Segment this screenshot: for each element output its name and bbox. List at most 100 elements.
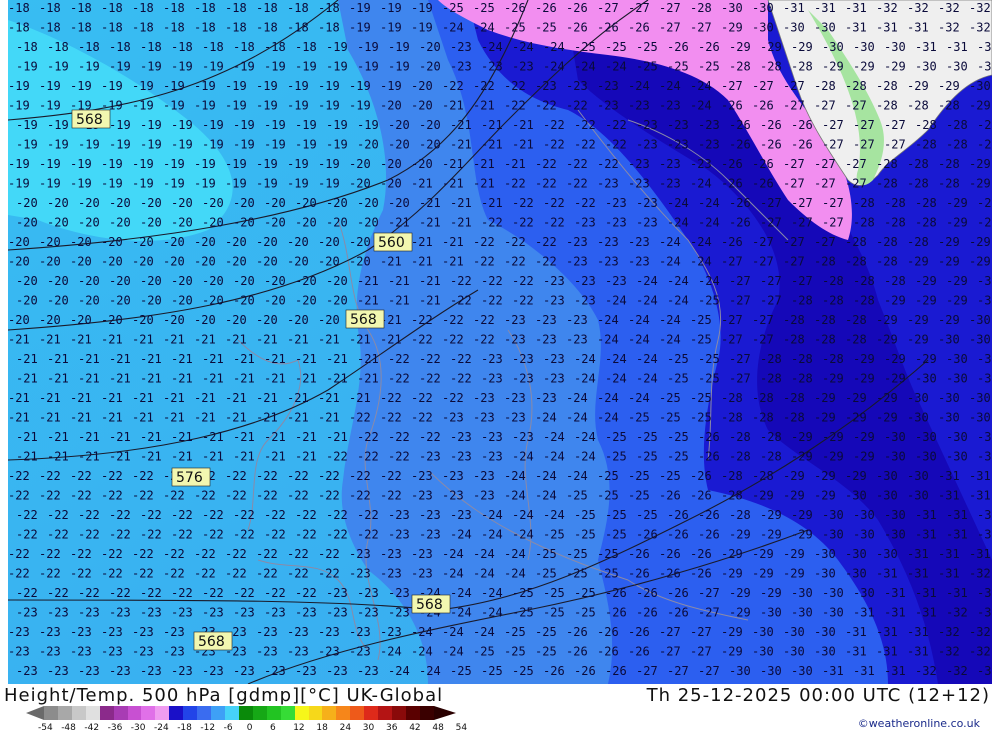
temperature-label: -22 <box>411 313 433 327</box>
temperature-label: -23 <box>636 196 658 210</box>
legend-tick-label: 0 <box>246 723 253 733</box>
map-title: Height/Temp. 500 hPa [gdmp][°C] UK-Globa… <box>4 685 444 706</box>
temperature-label: -24 <box>667 274 689 288</box>
temperature-label: -22 <box>264 528 286 542</box>
temperature-label: -22 <box>8 567 30 581</box>
temperature-label: -23 <box>605 196 627 210</box>
temperature-label: -22 <box>39 567 61 581</box>
temperature-label: -19 <box>101 157 123 171</box>
temperature-label: -23 <box>535 313 557 327</box>
legend-swatch <box>364 706 379 720</box>
temperature-label: -31 <box>977 430 992 444</box>
temperature-label: -30 <box>907 411 929 425</box>
temperature-label: -23 <box>543 352 565 366</box>
temperature-label: -29 <box>907 313 929 327</box>
temperature-label: -29 <box>969 235 991 249</box>
temperature-label: -30 <box>791 664 813 678</box>
temperature-label: -21 <box>39 391 61 405</box>
temperature-label: -22 <box>39 469 61 483</box>
temperature-label: -28 <box>791 294 813 308</box>
legend-tick-label: -36 <box>107 723 123 733</box>
temperature-label: -32 <box>907 1 929 15</box>
temperature-label: -26 <box>752 177 774 191</box>
temperature-label: -21 <box>233 352 255 366</box>
temperature-label: -24 <box>566 411 588 425</box>
temperature-label: -20 <box>78 294 100 308</box>
temperature-label: -26 <box>721 157 743 171</box>
temperature-label: -20 <box>8 313 30 327</box>
temperature-label: -23 <box>481 352 503 366</box>
temperature-label: -19 <box>70 157 92 171</box>
height-label-4: 576 <box>171 467 211 487</box>
temperature-label: -30 <box>752 21 774 35</box>
temperature-label: -24 <box>605 372 627 386</box>
temperature-label: -26 <box>605 606 627 620</box>
temperature-label: -23 <box>388 508 410 522</box>
temperature-label: -24 <box>566 391 588 405</box>
temperature-label: -23 <box>39 625 61 639</box>
temperature-label: -22 <box>442 391 464 405</box>
temperature-label: -27 <box>783 157 805 171</box>
temperature-label: -23 <box>349 567 371 581</box>
temperature-label: -22 <box>140 528 162 542</box>
temperature-label: -19 <box>171 118 193 132</box>
temperature-label: -28 <box>946 138 968 152</box>
temperature-label: -22 <box>388 430 410 444</box>
temperature-label: -25 <box>636 40 658 54</box>
temperature-label: -21 <box>287 391 309 405</box>
temperature-label: -23 <box>171 606 193 620</box>
temperature-label: -21 <box>132 333 154 347</box>
temperature-label: -30 <box>969 333 991 347</box>
temperature-label: -24 <box>473 567 495 581</box>
temperature-label: -22 <box>202 528 224 542</box>
temperature-label: -27 <box>791 216 813 230</box>
temperature-label: -20 <box>163 255 185 269</box>
legend-swatch <box>392 706 406 720</box>
temperature-label: -25 <box>667 450 689 464</box>
temperature-label: -23 <box>357 586 379 600</box>
temperature-label: -29 <box>884 352 906 366</box>
temperature-label: -21 <box>140 372 162 386</box>
temperature-label: -22 <box>78 508 100 522</box>
temperature-label: -24 <box>512 450 534 464</box>
temperature-label: -30 <box>822 528 844 542</box>
temperature-label: -25 <box>450 664 472 678</box>
temperature-label: -24 <box>481 528 503 542</box>
temperature-label: -20 <box>78 216 100 230</box>
temperature-label: -25 <box>566 567 588 581</box>
legend-swatch <box>252 706 267 720</box>
temperature-label: -21 <box>171 372 193 386</box>
temperature-label: -31 <box>876 21 898 35</box>
temperature-label: -20 <box>163 235 185 249</box>
temperature-label: -29 <box>884 294 906 308</box>
temperature-label: -21 <box>78 372 100 386</box>
temperature-label: -22 <box>101 469 123 483</box>
temperature-label: -24 <box>543 430 565 444</box>
temperature-label: -21 <box>16 450 38 464</box>
temperature-label: -22 <box>481 274 503 288</box>
height-label-6: 568 <box>193 631 233 651</box>
temperature-label: -21 <box>171 352 193 366</box>
temperature-label: -29 <box>977 138 992 152</box>
temperature-label: -23 <box>512 352 534 366</box>
temperature-label: -21 <box>8 411 30 425</box>
temperature-label: -25 <box>636 508 658 522</box>
temperature-label: -22 <box>171 508 193 522</box>
temperature-label: -24 <box>605 294 627 308</box>
temperature-label: -29 <box>938 79 960 93</box>
temperature-label: -32 <box>969 625 991 639</box>
temperature-label: -22 <box>380 469 402 483</box>
temperature-label: -21 <box>171 450 193 464</box>
temperature-label: -19 <box>78 60 100 74</box>
temperature-label: -24 <box>411 625 433 639</box>
temperature-label: -21 <box>264 430 286 444</box>
temperature-label: -26 <box>698 40 720 54</box>
temperature-label: -22 <box>473 79 495 93</box>
temperature-label: -27 <box>752 255 774 269</box>
temperature-label: -24 <box>628 333 650 347</box>
temperature-label: -24 <box>504 567 526 581</box>
temperature-label: -19 <box>295 60 317 74</box>
temperature-label: -24 <box>597 313 619 327</box>
temperature-label: -28 <box>884 274 906 288</box>
height-label-3: 568 <box>345 309 385 329</box>
